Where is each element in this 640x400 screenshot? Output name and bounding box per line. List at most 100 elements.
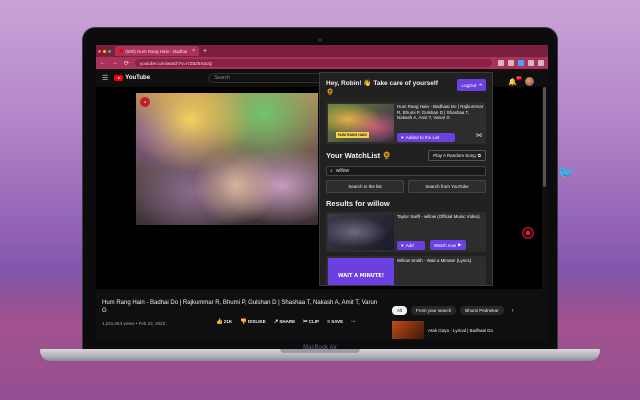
recommended-video[interactable]: Atak Gaya - Lyrical | Badhaai Do	[392, 321, 493, 339]
channel-branding-icon[interactable]	[522, 227, 534, 239]
chevron-right-icon[interactable]: ›	[512, 308, 514, 314]
recommendation-chips: All From your search Bhumi Pednekar ›	[392, 306, 514, 315]
added-to-list-button[interactable]: ♥ Added to the List	[397, 133, 455, 142]
added-label: Added to the List	[405, 135, 440, 140]
search-value: willow	[335, 168, 350, 174]
webcam	[318, 38, 322, 42]
channel-watermark-icon: ●	[140, 97, 150, 107]
thumbnail-caption: WAIT A MINUTE!	[338, 273, 384, 279]
chip-all[interactable]: All	[392, 306, 408, 315]
url-field[interactable]: youtube.com/watch?v=I7Z6Z5XaoQ	[135, 59, 492, 67]
current-song-card: HUM RANG HAIN Hum Rang Hain - Badhaai Do…	[326, 102, 486, 144]
share-icon: ↗	[273, 319, 279, 325]
share-icon[interactable]: ⋈	[476, 132, 482, 139]
result-title: Taylor Swift - willow (Official Music Vi…	[397, 214, 480, 219]
logout-icon: ⇥	[478, 82, 482, 87]
like-count: 21K	[223, 319, 233, 324]
notification-count: 9+	[516, 75, 522, 80]
watch-label: Watch now	[434, 242, 457, 248]
dislike-button[interactable]: 👎DISLIKE	[240, 319, 266, 325]
extension-icons	[498, 60, 544, 66]
thumbs-down-icon: 👎	[240, 319, 247, 325]
share-label: SHARE	[279, 319, 296, 324]
thumbnail-caption: HUM RANG HAIN	[336, 132, 369, 138]
forward-icon[interactable]: →	[112, 60, 118, 66]
url-text: youtube.com/watch?v=I7Z6Z5XaoQ	[140, 60, 212, 66]
list-item: Taylor Swift - willow (Official Music Vi…	[326, 212, 486, 252]
dislike-label: DISLIKE	[247, 319, 266, 324]
playlist-add-icon: ≡	[327, 319, 331, 325]
recommended-thumbnail	[392, 321, 424, 339]
device-label: MacBook Air	[303, 345, 337, 351]
logout-label: LogOut	[461, 82, 477, 88]
address-bar: ← → ⟳ youtube.com/watch?v=I7Z6Z5XaoQ	[96, 57, 548, 69]
watchlist-title: Your WatchList 🌻	[326, 151, 392, 160]
results-title: Results for willow	[326, 199, 390, 208]
heart-icon: ♥	[401, 242, 404, 248]
random-label: Play A Random Song	[433, 153, 476, 158]
window-controls[interactable]	[98, 49, 111, 53]
recommended-title: Atak Gaya - Lyrical | Badhaai Do	[428, 327, 494, 333]
save-label: SAVE	[331, 319, 344, 324]
youtube-header-right: 🔔 9+	[508, 75, 534, 86]
watchlist-extension-popup: Hey, Robin! 👋 Take care of yourself 🌻 Lo…	[319, 72, 493, 286]
logout-button[interactable]: LogOut ⇥	[457, 79, 486, 91]
notifications-bell-icon[interactable]: 🔔 9+	[508, 75, 522, 86]
more-icon[interactable]: ⋯	[351, 319, 356, 325]
video-title: Hum Rang Hain - Badhai Do | Rajkummar R,…	[102, 300, 378, 314]
extension-icon[interactable]	[508, 60, 514, 66]
heart-icon: ♥	[401, 135, 404, 140]
greeting: Hey, Robin! 👋 Take care of yourself 🌻	[326, 80, 438, 96]
youtube-logo-text: YouTube	[125, 75, 151, 81]
video-meta: 1,241,064 views • Feb 23, 2022	[102, 321, 166, 326]
watchlist-extension-icon[interactable]	[518, 60, 524, 66]
video-frame[interactable]: ●	[136, 93, 318, 225]
avatar[interactable]	[525, 77, 534, 86]
tab-bar: (580) Hum Rang Hain - Badhai × +	[96, 45, 548, 57]
play-icon: ▶	[458, 242, 462, 247]
external-link-icon: ⧉	[477, 153, 481, 158]
search-placeholder: Search	[214, 75, 230, 81]
bird-icon: 🐦	[558, 165, 575, 180]
result-thumbnail[interactable]: WAIT A MINUTE!	[328, 258, 394, 285]
add-label: Add	[405, 242, 414, 248]
search-in-list-button[interactable]: Search in the list	[326, 180, 404, 193]
thumbs-up-icon: 👍	[216, 319, 223, 325]
video-actions: 👍21K 👎DISLIKE ↗SHARE ✂CLIP ≡SAVE ⋯	[216, 319, 356, 325]
scissors-icon: ✂	[303, 319, 308, 325]
hamburger-menu-icon[interactable]: ☰	[102, 74, 108, 82]
add-button[interactable]: ♥ Add	[397, 240, 425, 250]
search-icon: ⌕	[330, 168, 333, 174]
result-title: Willow Smith - Wait a Minute! (Lyrics)	[397, 258, 472, 263]
list-item: WAIT A MINUTE! Willow Smith - Wait a Min…	[326, 256, 486, 285]
current-song-thumbnail: HUM RANG HAIN	[328, 104, 394, 142]
tab-title: (580) Hum Rang Hain - Badhai	[125, 48, 188, 54]
watch-now-button[interactable]: Watch now ▶	[430, 240, 466, 250]
clip-button[interactable]: ✂CLIP	[303, 319, 319, 325]
menu-icon[interactable]	[538, 60, 544, 66]
share-button[interactable]: ↗SHARE	[274, 319, 295, 325]
clip-label: CLIP	[308, 319, 319, 324]
reload-icon[interactable]: ⟳	[124, 60, 129, 67]
scrollbar[interactable]	[543, 87, 546, 187]
screen: (580) Hum Rang Hain - Badhai × + ← → ⟳ y…	[96, 45, 548, 341]
watchlist-search-input[interactable]: ⌕ willow	[326, 166, 486, 176]
close-tab-icon[interactable]: ×	[192, 48, 195, 54]
youtube-search-input[interactable]: Search	[208, 73, 329, 83]
save-button[interactable]: ≡SAVE	[327, 319, 343, 325]
youtube-logo[interactable]: YouTube	[114, 75, 150, 81]
like-button[interactable]: 👍21K	[216, 319, 232, 325]
play-random-song-button[interactable]: Play A Random Song ⧉	[428, 150, 486, 161]
youtube-play-icon	[114, 75, 124, 81]
current-song-title: Hum Rang Hain - Badhaai Do | Rajkummar R…	[397, 104, 484, 120]
browser-tab[interactable]: (580) Hum Rang Hain - Badhai ×	[115, 46, 199, 56]
back-icon[interactable]: ←	[100, 60, 106, 66]
chip-from-your-search[interactable]: From your search	[411, 306, 457, 315]
search-from-youtube-button[interactable]: Search from YouTube	[408, 180, 486, 193]
new-tab-button[interactable]: +	[203, 48, 207, 55]
chip-bhumi-pednekar[interactable]: Bhumi Pednekar	[460, 306, 504, 315]
extension-icon[interactable]	[498, 60, 504, 66]
result-thumbnail[interactable]	[328, 214, 394, 250]
youtube-favicon-icon	[119, 49, 124, 53]
profile-icon[interactable]	[528, 60, 534, 66]
